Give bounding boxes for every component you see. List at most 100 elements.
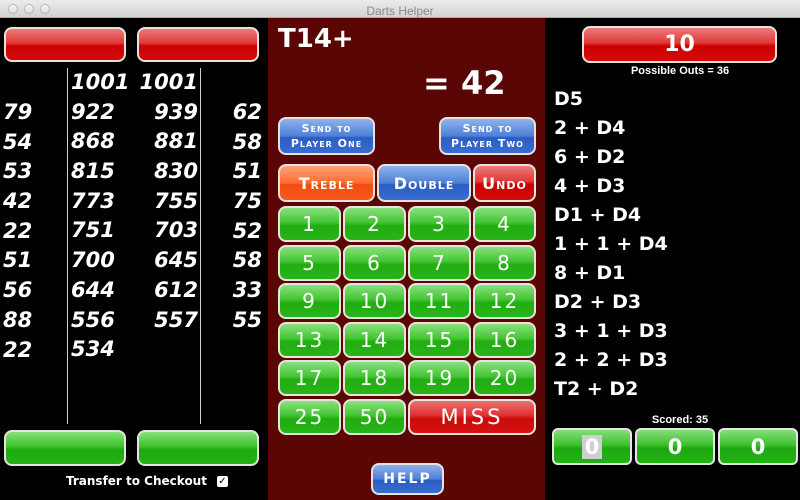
dart-two-score-input[interactable]: 0 [635, 428, 715, 465]
scoreboard-panel: 79 54 53 42 22 51 56 88 22 1001 922 868 815 773 751 70… [0, 18, 268, 500]
keypad-button-8[interactable]: 8 [473, 244, 536, 281]
player-one-dart-score: 79 [3, 100, 33, 124]
player-two-remaining-score: 557 [154, 307, 198, 332]
zoom-window-button[interactable] [40, 4, 50, 14]
keypad-button-2[interactable]: 2 [343, 206, 406, 242]
window-title: Darts Helper [366, 4, 434, 18]
dart-two-score-value: 0 [667, 434, 683, 459]
column-divider [200, 68, 201, 424]
player-two-dart-score: 58 [232, 129, 262, 154]
player-one-remaining-score: 922 [71, 99, 115, 124]
keypad-button-50[interactable]: 50 [343, 399, 406, 435]
checkout-option: 4 + D3 [554, 175, 626, 197]
checkout-option: D1 + D4 [554, 204, 642, 226]
keypad-button-12[interactable]: 12 [473, 283, 536, 320]
player-one-remaining-score: 534 [71, 337, 115, 362]
keypad-button-19[interactable]: 19 [408, 360, 471, 397]
column-divider [67, 68, 68, 424]
player-one-remaining-score: 644 [71, 277, 115, 302]
dart-expression: T14+ [278, 24, 354, 54]
player-one-dart-score: 22 [3, 337, 33, 362]
dart-one-score-value: 0 [581, 434, 603, 459]
player-two-score-input[interactable] [137, 430, 259, 466]
player-two-name-button[interactable] [137, 27, 259, 62]
undo-button[interactable]: Undo [473, 164, 536, 202]
player-one-name-button[interactable] [4, 27, 126, 62]
player-one-remaining-score: 815 [71, 159, 115, 184]
player-two-remaining-score: 939 [154, 99, 198, 124]
help-button[interactable]: HELP [371, 463, 444, 495]
player-one-dart-score: 22 [3, 218, 33, 243]
minimize-window-button[interactable] [24, 4, 34, 14]
player-one-score-input[interactable] [4, 430, 126, 466]
keypad-panel: T14+ = 42 Send to Player One Send to Pla… [268, 18, 545, 500]
keypad-button-10[interactable]: 10 [343, 283, 406, 320]
checkout-option: T2 + D2 [554, 378, 639, 400]
keypad-button-25[interactable]: 25 [278, 399, 341, 435]
transfer-to-checkout-label: Transfer to Checkout [66, 474, 207, 488]
treble-button[interactable]: Treble [278, 164, 375, 202]
keypad-button-11[interactable]: 11 [408, 283, 471, 320]
player-two-remaining-score: 703 [154, 218, 198, 243]
player-one-dart-score: 51 [3, 248, 33, 273]
title-bar: Darts Helper [0, 0, 800, 18]
player-one-dart-score: 53 [3, 159, 33, 184]
player-one-darts-column: 79 54 53 42 22 51 56 88 22 [3, 98, 32, 365]
keypad-button-20[interactable]: 20 [473, 360, 536, 397]
player-two-remaining-score: 645 [154, 248, 198, 273]
keypad-button-5[interactable]: 5 [278, 244, 341, 281]
checkout-option: D3 + D2 [554, 404, 668, 407]
player-two-remaining-column: 1001 939 881 830 755 703 645 612 557 [130, 68, 198, 335]
player-two-dart-score: 58 [232, 248, 262, 273]
possible-outs-label: Possible Outs = 36 [630, 65, 730, 77]
checkout-option: 6 + D2 [554, 146, 626, 168]
player-one-dart-score: 54 [3, 129, 33, 154]
keypad-button-9[interactable]: 9 [278, 283, 341, 320]
keypad-button-6[interactable]: 6 [343, 244, 406, 281]
checkout-target[interactable]: 10 [582, 26, 777, 63]
player-two-darts-column: 62 58 51 75 52 58 33 55 [210, 98, 262, 336]
keypad-button-14[interactable]: 14 [343, 321, 406, 358]
player-two-remaining-score: 881 [154, 129, 198, 154]
keypad-button-15[interactable]: 15 [408, 321, 471, 358]
player-two-remaining-score: 1001 [139, 70, 198, 94]
keypad-button-16[interactable]: 16 [473, 321, 536, 358]
player-one-remaining-score: 751 [71, 218, 115, 243]
dart-three-score-input[interactable]: 0 [718, 428, 798, 465]
player-one-remaining-column: 1001 922 868 815 773 751 700 644 556 534 [71, 68, 129, 365]
player-one-dart-score: 88 [3, 307, 33, 332]
scored-label: Scored: 35 [651, 414, 709, 426]
player-two-dart-score: 52 [232, 218, 262, 243]
player-two-dart-score: 62 [232, 100, 262, 124]
checkout-option: D5 [554, 88, 583, 110]
keypad-button-4[interactable]: 4 [473, 206, 536, 242]
player-one-remaining-score: 700 [71, 248, 115, 273]
keypad-button-17[interactable]: 17 [278, 360, 341, 397]
send-to-player-one-button[interactable]: Send to Player One [278, 117, 375, 155]
possible-outs-list: D5 2 + D4 6 + D2 4 + D3 D1 + D4 1 + 1 + D4 8 +… [554, 85, 668, 407]
close-window-button[interactable] [8, 4, 18, 14]
miss-button[interactable]: MISS [408, 399, 536, 435]
keypad-button-7[interactable]: 7 [408, 244, 471, 281]
player-one-remaining-score: 556 [71, 307, 115, 332]
player-one-remaining-score: 1001 [71, 70, 130, 94]
keypad-button-13[interactable]: 13 [278, 321, 341, 358]
checkout-option: D2 + D3 [554, 291, 642, 313]
dart-one-score-input[interactable]: 0 [552, 428, 632, 465]
player-two-dart-score: 75 [232, 189, 262, 214]
checkout-option: 8 + D1 [554, 262, 626, 284]
checkout-panel: 10 Possible Outs = 36 D5 2 + D4 6 + D2 4 + … [545, 18, 800, 500]
player-two-dart-score: 55 [232, 307, 262, 332]
player-one-dart-score: 42 [3, 189, 33, 214]
player-two-dart-score: 51 [232, 159, 262, 184]
keypad-button-18[interactable]: 18 [343, 360, 406, 397]
keypad-button-1[interactable]: 1 [278, 206, 341, 242]
checkout-option: 3 + 1 + D3 [554, 320, 668, 342]
player-one-remaining-score: 868 [71, 129, 115, 154]
transfer-to-checkout-checkbox[interactable]: ✓ [216, 475, 228, 487]
double-button[interactable]: Double [377, 164, 471, 202]
keypad-button-3[interactable]: 3 [408, 206, 471, 242]
expression-result: = 42 [423, 64, 506, 102]
send-to-player-two-button[interactable]: Send to Player Two [439, 117, 536, 155]
player-two-remaining-score: 755 [154, 188, 198, 213]
